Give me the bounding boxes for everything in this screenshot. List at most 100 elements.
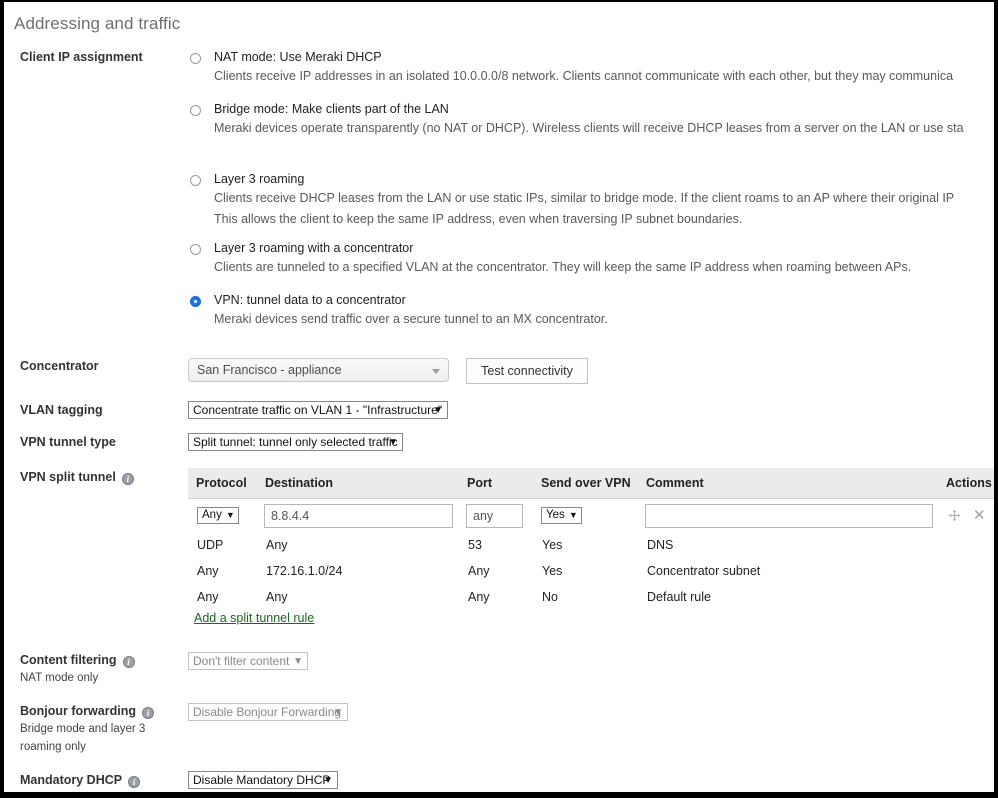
info-icon[interactable]: i [141, 707, 154, 719]
info-icon[interactable]: i [128, 776, 141, 788]
radio-label-vpn-tunnel: VPN: tunnel data to a concentrator [214, 293, 406, 307]
radio-desc-vpn-tunnel: Meraki devices send traffic over a secur… [214, 312, 608, 326]
vpn-tunnel-type-label: VPN tunnel type [20, 435, 116, 449]
radio-icon-layer3-roaming-concentrator[interactable] [190, 244, 201, 255]
radio-icon-nat-mode[interactable] [190, 53, 201, 64]
column-header-protocol: Protocol [196, 476, 247, 490]
chevron-down-icon [432, 369, 440, 374]
chevron-down-icon: ▼ [323, 775, 333, 786]
radio-desc2-layer3-roaming: This allows the client to keep the same … [214, 212, 743, 226]
delete-row-icon[interactable]: ✕ [973, 509, 986, 522]
move-handle-icon[interactable] [948, 509, 961, 522]
mandatory-dhcp-label-text: Mandatory DHCP [20, 773, 123, 787]
radio-label-layer3-roaming-concentrator: Layer 3 roaming with a concentrator [214, 241, 414, 255]
bonjour-forwarding-select-value: Disable Bonjour Forwarding [193, 705, 342, 719]
cell-actions-new: ✕ [938, 509, 994, 522]
send-over-vpn-select-value-new: Yes [546, 509, 565, 521]
radio-icon-vpn-tunnel[interactable] [190, 296, 201, 307]
chevron-down-icon: ▼ [333, 707, 343, 718]
radio-label-nat-mode: NAT mode: Use Meraki DHCP [214, 50, 382, 64]
cell-port: Any [468, 590, 490, 604]
column-header-actions: Actions [946, 476, 992, 490]
bonjour-forwarding-sublabel-1: Bridge mode and layer 3 [20, 723, 146, 735]
port-input-new[interactable]: any [466, 503, 523, 528]
vpn-split-tunnel-label: VPN split tunnel i [20, 470, 134, 485]
cell-destination: 172.16.1.0/24 [266, 564, 343, 578]
bonjour-forwarding-label: Bonjour forwarding i [20, 704, 154, 719]
radio-icon-layer3-roaming[interactable] [190, 175, 201, 186]
chevron-down-icon: ▼ [225, 510, 235, 520]
content-filtering-select-value: Don't filter content [193, 654, 290, 668]
radio-icon-bridge-mode[interactable] [190, 105, 201, 116]
radio-desc-bridge-mode: Meraki devices operate transparently (no… [214, 121, 964, 135]
column-header-destination: Destination [265, 476, 334, 490]
bonjour-forwarding-sublabel-2: roaming only [20, 741, 86, 753]
table-row: Any 172.16.1.0/24 Any Yes Concentrator s… [188, 558, 994, 584]
radio-desc-layer3-roaming: Clients receive DHCP leases from the LAN… [214, 191, 955, 205]
chevron-down-icon: ▼ [388, 437, 398, 448]
table-row-new-rule: Any ▼ 8.8.4.4 any Yes ▼ ✕ [188, 499, 994, 532]
cell-port-new: any [459, 503, 533, 528]
cell-send-over-vpn: Yes [542, 564, 563, 578]
concentrator-label: Concentrator [20, 359, 99, 373]
cell-destination-new: 8.8.4.4 [257, 503, 459, 528]
content-filtering-label-text: Content filtering [20, 653, 117, 667]
destination-input-new[interactable]: 8.8.4.4 [264, 503, 453, 528]
cell-comment: Default rule [647, 590, 711, 604]
cell-protocol: Any [197, 564, 219, 578]
table-row: UDP Any 53 Yes DNS [188, 532, 994, 558]
vlan-tagging-select-value: Concentrate traffic on VLAN 1 - "Infrast… [193, 403, 443, 417]
split-tunnel-table: Protocol Destination Port Send over VPN … [188, 468, 994, 610]
cell-send-over-vpn: Yes [542, 538, 563, 552]
settings-panel: Addressing and traffic Client IP assignm… [4, 2, 994, 792]
mandatory-dhcp-select-value: Disable Mandatory DHCP [193, 773, 331, 787]
cell-protocol: UDP [197, 538, 224, 552]
chevron-down-icon: ▼ [433, 405, 443, 416]
table-row: Any Any Any No Default rule [188, 584, 994, 610]
vlan-tagging-label: VLAN tagging [20, 403, 103, 417]
cell-port: 53 [468, 538, 482, 552]
column-header-port: Port [467, 476, 492, 490]
info-icon[interactable]: i [121, 473, 134, 485]
cell-protocol: Any [197, 590, 219, 604]
vpn-split-tunnel-label-text: VPN split tunnel [20, 470, 116, 484]
cell-comment-new [638, 503, 938, 528]
protocol-select-value-new: Any [202, 509, 222, 521]
send-over-vpn-select-new[interactable]: Yes ▼ [541, 507, 582, 524]
cell-send-over-vpn-new: Yes ▼ [533, 507, 638, 524]
content-filtering-label: Content filtering i [20, 653, 135, 668]
test-connectivity-button[interactable]: Test connectivity [466, 358, 588, 384]
client-ip-assignment-label: Client IP assignment [20, 50, 143, 64]
vpn-tunnel-type-select-value: Split tunnel: tunnel only selected traff… [193, 435, 398, 449]
content-filtering-select[interactable]: Don't filter content ▼ [188, 652, 308, 670]
protocol-select-new[interactable]: Any ▼ [197, 507, 239, 524]
column-header-send-over-vpn: Send over VPN [541, 476, 631, 490]
vlan-tagging-select[interactable]: Concentrate traffic on VLAN 1 - "Infrast… [188, 401, 448, 419]
radio-label-bridge-mode: Bridge mode: Make clients part of the LA… [214, 102, 449, 116]
content-filtering-sublabel: NAT mode only [20, 672, 99, 684]
add-split-tunnel-rule-link[interactable]: Add a split tunnel rule [194, 611, 314, 625]
comment-input-new[interactable] [645, 503, 933, 528]
cell-send-over-vpn: No [542, 590, 558, 604]
concentrator-select[interactable]: San Francisco - appliance [188, 358, 449, 382]
radio-desc-nat-mode: Clients receive IP addresses in an isola… [214, 69, 954, 83]
bonjour-forwarding-select[interactable]: Disable Bonjour Forwarding ▼ [188, 703, 348, 721]
info-icon[interactable]: i [122, 656, 135, 668]
cell-comment: DNS [647, 538, 674, 552]
cell-destination: Any [266, 538, 288, 552]
concentrator-select-value: San Francisco - appliance [197, 363, 342, 377]
cell-destination: Any [266, 590, 288, 604]
chevron-down-icon: ▼ [293, 656, 303, 667]
cell-comment: Concentrator subnet [647, 564, 761, 578]
chevron-down-icon: ▼ [568, 510, 578, 520]
page-title: Addressing and traffic [14, 14, 181, 33]
radio-label-layer3-roaming: Layer 3 roaming [214, 172, 305, 186]
cell-port: Any [468, 564, 490, 578]
radio-desc-layer3-roaming-concentrator: Clients are tunneled to a specified VLAN… [214, 260, 912, 274]
vpn-tunnel-type-select[interactable]: Split tunnel: tunnel only selected traff… [188, 433, 403, 451]
mandatory-dhcp-select[interactable]: Disable Mandatory DHCP ▼ [188, 771, 338, 789]
table-header-row: Protocol Destination Port Send over VPN … [188, 468, 994, 499]
bonjour-forwarding-label-text: Bonjour forwarding [20, 704, 136, 718]
column-header-comment: Comment [646, 476, 704, 490]
cell-protocol-new: Any ▼ [188, 507, 257, 524]
